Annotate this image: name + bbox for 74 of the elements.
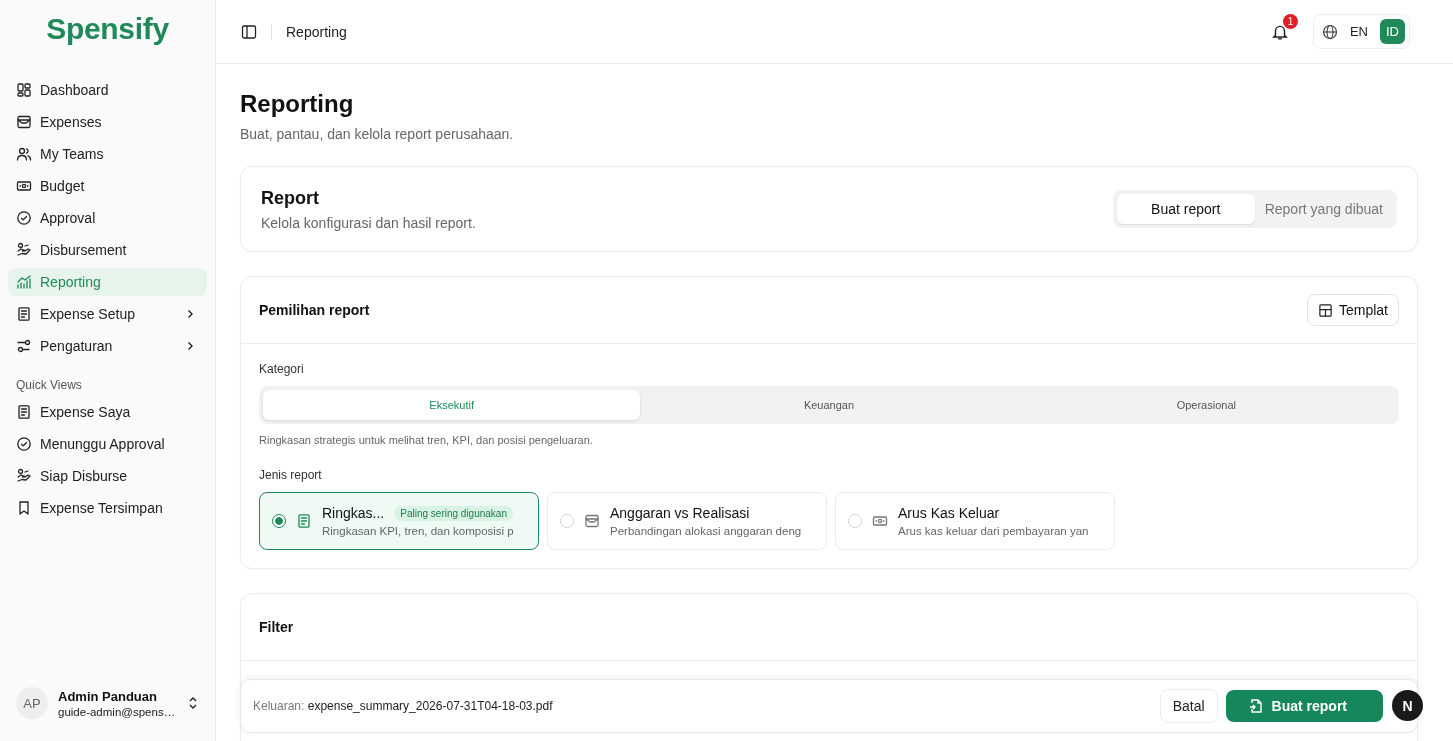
report-type-description: Perbandingan alokasi anggaran deng — [610, 525, 802, 537]
hand-coins-icon — [16, 242, 32, 258]
nav-item[interactable]: Budget — [8, 172, 207, 200]
notification-badge: 1 — [1282, 13, 1298, 29]
cancel-button[interactable]: Batal — [1159, 689, 1218, 723]
category-tab[interactable]: Eksekutif — [263, 390, 641, 420]
chevron-right-icon — [185, 309, 195, 319]
language-option[interactable]: ID — [1380, 19, 1405, 44]
hand-coins-icon — [16, 468, 32, 484]
language-option[interactable]: EN — [1343, 19, 1374, 44]
field-label: Jenis report — [259, 468, 323, 482]
page-subtitle: Buat, pantau, dan kelola report perusahaan. — [240, 126, 515, 142]
check-circle-icon — [16, 210, 32, 226]
app-logo[interactable]: Spensify — [0, 0, 215, 62]
breadcrumb: Reporting — [286, 23, 348, 40]
users-icon — [16, 146, 32, 162]
user-name: Admin Panduan — [58, 688, 158, 704]
nav-item[interactable]: Expense Setup — [8, 300, 207, 328]
document-icon — [16, 404, 32, 420]
page-title: Reporting — [240, 90, 355, 118]
popular-badge: Paling sering digunakan — [394, 505, 513, 521]
nav-item[interactable]: Pengaturan — [8, 332, 207, 360]
chart-icon — [16, 274, 32, 290]
user-avatar: AP — [16, 687, 48, 719]
report-type-card[interactable]: Anggaran vs Realisasi Perbandingan alokasi anggaran deng — [547, 492, 827, 550]
nav-item[interactable]: Dashboard — [8, 76, 207, 104]
globe-icon — [1321, 23, 1338, 40]
tray-icon — [584, 513, 600, 529]
card-subtitle: Kelola konfigurasi dan hasil report. — [261, 214, 477, 231]
radio-button[interactable] — [272, 514, 286, 528]
nav-item[interactable]: My Teams — [8, 140, 207, 168]
banknote-icon — [16, 178, 32, 194]
banknote-icon — [872, 513, 888, 529]
quick-view-item[interactable]: Menunggu Approval — [8, 430, 207, 458]
report-type-title: Ringkas... — [322, 505, 385, 521]
nav-item[interactable]: Reporting — [8, 268, 207, 296]
report-type-title: Arus Kas Keluar — [898, 505, 1000, 521]
chevron-right-icon — [185, 341, 195, 351]
report-type-card[interactable]: Ringkas... Paling sering digunakan Ringkasan KPI, tren, dan komposisi p — [259, 492, 539, 550]
chevron-up-down-icon[interactable] — [187, 695, 199, 711]
nav-item[interactable]: Approval — [8, 204, 207, 232]
field-label: Kategori — [259, 362, 305, 376]
grid-icon — [16, 82, 32, 98]
file-import-icon — [1247, 698, 1264, 714]
category-description: Ringkasan strategis untuk melihat tren, KPI, dan posisi pengeluaran. — [259, 434, 594, 446]
quick-view-item[interactable]: Expense Tersimpan — [8, 494, 207, 522]
report-type-description: Ringkasan KPI, tren, dan komposisi p — [322, 525, 514, 537]
category-tab[interactable]: Keuangan — [640, 390, 1018, 420]
report-type-title: Anggaran vs Realisasi — [610, 505, 750, 521]
section-heading: Quick Views — [15, 378, 83, 392]
document-icon — [16, 306, 32, 322]
nav-item[interactable]: Disbursement — [8, 236, 207, 264]
report-type-description: Arus kas keluar dari pembayaran yan — [898, 525, 1089, 537]
create-report-button[interactable]: Buat report — [1225, 690, 1383, 722]
template-button[interactable]: Templat — [1306, 294, 1399, 326]
nav-item[interactable]: Expenses — [8, 108, 207, 136]
tab[interactable]: Buat report — [1116, 194, 1255, 224]
card-title: Report — [261, 187, 320, 209]
tray-icon — [16, 114, 32, 130]
output-filename: Keluaran: expense_summary_2026-07-31T04-18-03.pdf — [253, 699, 554, 713]
category-tab[interactable]: Operasional — [1017, 390, 1395, 420]
tab[interactable]: Report yang dibuat — [1254, 194, 1393, 224]
section-title: Filter — [259, 619, 295, 635]
sidebar-toggle-icon[interactable] — [241, 23, 257, 40]
report-type-card[interactable]: Arus Kas Keluar Arus kas keluar dari pembayaran yan — [835, 492, 1115, 550]
quick-view-item[interactable]: Expense Saya — [8, 398, 207, 426]
check-circle-icon — [16, 436, 32, 452]
bookmark-icon — [16, 500, 32, 516]
user-email: guide-admin@spens… — [58, 705, 177, 718]
document-icon — [296, 513, 312, 529]
layout-icon — [1317, 302, 1333, 318]
quick-view-item[interactable]: Siap Disburse — [8, 462, 207, 490]
sliders-icon — [16, 338, 32, 354]
section-title: Pemilihan report — [259, 302, 371, 318]
